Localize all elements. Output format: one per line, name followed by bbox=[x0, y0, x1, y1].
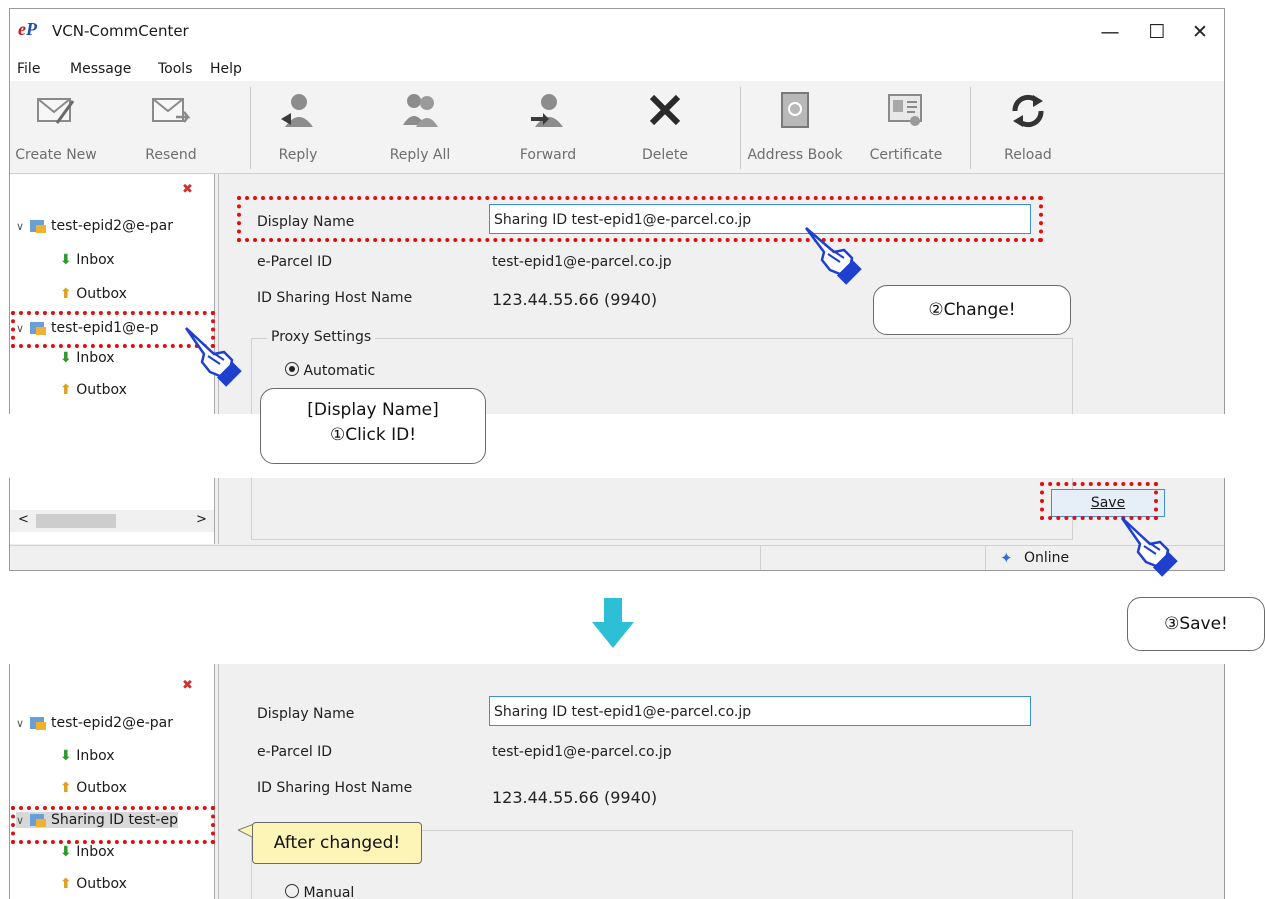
outbox-icon: ⬆ bbox=[60, 382, 72, 398]
host-name-label: ID Sharing Host Name bbox=[257, 290, 413, 306]
reply-button[interactable]: Reply bbox=[255, 81, 341, 173]
reply-all-people-icon bbox=[403, 94, 438, 127]
tree-outbox-1[interactable]: ⬆ Outbox bbox=[60, 286, 127, 302]
down-arrow-icon bbox=[592, 598, 634, 648]
account-icon bbox=[29, 717, 46, 730]
toolbar-separator bbox=[250, 87, 251, 169]
eparcel-id-value: test-epid1@e-parcel.co.jp bbox=[492, 254, 672, 270]
callout-click-id: [Display Name] ①Click ID! bbox=[260, 388, 486, 464]
outbox-icon: ⬆ bbox=[60, 286, 72, 302]
status-bar: ✦ Online bbox=[10, 545, 1224, 570]
display-name-label: Display Name bbox=[257, 706, 355, 722]
tree-inbox-2[interactable]: ⬇ Inbox bbox=[60, 350, 115, 366]
automatic-radio[interactable]: Automatic bbox=[285, 362, 375, 379]
pointing-hand-icon bbox=[805, 227, 862, 285]
reply-person-icon bbox=[281, 94, 313, 127]
maximize-icon[interactable]: ☐ bbox=[1137, 17, 1177, 47]
proxy-settings-label: Proxy Settings bbox=[267, 329, 376, 345]
pointing-hand-icon bbox=[1120, 517, 1178, 577]
highlight-display-name bbox=[237, 196, 1043, 242]
callout-after-changed: After changed! bbox=[252, 822, 422, 864]
reload-icon bbox=[1012, 94, 1044, 128]
close-window-icon[interactable]: ✕ bbox=[1180, 17, 1220, 47]
inbox-icon: ⬇ bbox=[60, 844, 72, 860]
close-panel-icon[interactable]: ✖ bbox=[182, 182, 193, 197]
certificate-button[interactable]: Certificate bbox=[858, 81, 954, 173]
host-name-value: 123.44.55.66 (9940) bbox=[492, 788, 658, 807]
inbox-icon: ⬇ bbox=[60, 748, 72, 764]
forward-button[interactable]: Forward bbox=[505, 81, 591, 173]
reload-button[interactable]: Reload bbox=[985, 81, 1071, 173]
resend-button[interactable]: Resend bbox=[128, 81, 214, 173]
create-new-button[interactable]: Create New bbox=[13, 81, 99, 173]
toolbar-separator bbox=[740, 87, 741, 169]
display-name-input[interactable]: Sharing ID test-epid1@e-parcel.co.jp bbox=[489, 696, 1031, 726]
tree-outbox-1[interactable]: ⬆ Outbox bbox=[60, 780, 127, 796]
reply-all-button[interactable]: Reply All bbox=[377, 81, 463, 173]
delete-button[interactable]: Delete bbox=[622, 81, 708, 173]
menu-bar: File Message Tools Help bbox=[10, 57, 1224, 81]
callout-change: ②Change! bbox=[873, 285, 1071, 335]
menu-message[interactable]: Message bbox=[70, 61, 131, 77]
eparcel-id-value: test-epid1@e-parcel.co.jp bbox=[492, 744, 672, 760]
tree-inbox-1[interactable]: ⬇ Inbox bbox=[60, 252, 115, 268]
callout-save: ③Save! bbox=[1127, 597, 1265, 651]
radio-selected-icon bbox=[285, 362, 299, 376]
scroll-right-icon[interactable]: > bbox=[196, 512, 207, 527]
menu-tools[interactable]: Tools bbox=[158, 61, 193, 77]
app-window-after: ✖ ∨ test-epid2@e-par ⬇ Inbox ⬆ Outbox ∨ … bbox=[9, 664, 1225, 899]
online-icon: ✦ bbox=[1000, 549, 1013, 567]
window-title: VCN-CommCenter bbox=[52, 22, 189, 40]
radio-unselected-icon bbox=[285, 884, 299, 898]
screenshot-cut bbox=[0, 414, 1265, 478]
chevron-down-icon: ∨ bbox=[16, 219, 25, 233]
tree-inbox-2[interactable]: ⬇ Inbox bbox=[60, 844, 115, 860]
app-logo: eP bbox=[18, 19, 37, 39]
minimize-icon[interactable]: — bbox=[1090, 17, 1130, 47]
pointing-hand-icon bbox=[184, 327, 242, 387]
menu-file[interactable]: File bbox=[17, 61, 40, 77]
toolbar-separator bbox=[970, 87, 971, 169]
close-panel-icon[interactable]: ✖ bbox=[182, 678, 193, 693]
account-tree-after: ✖ ∨ test-epid2@e-par ⬇ Inbox ⬆ Outbox ∨ … bbox=[10, 664, 215, 899]
scroll-left-icon[interactable]: < bbox=[18, 512, 29, 527]
address-book-icon bbox=[781, 92, 809, 128]
tree-outbox-2[interactable]: ⬆ Outbox bbox=[60, 382, 127, 398]
highlight-renamed-account bbox=[11, 806, 215, 844]
inbox-icon: ⬇ bbox=[60, 350, 72, 366]
eparcel-id-label: e-Parcel ID bbox=[257, 254, 333, 270]
inbox-icon: ⬇ bbox=[60, 252, 72, 268]
envelope-pen-icon bbox=[37, 98, 75, 124]
tree-account-epid2[interactable]: ∨ test-epid2@e-par bbox=[16, 715, 173, 731]
address-book-button[interactable]: Address Book bbox=[742, 81, 848, 173]
certificate-icon bbox=[888, 94, 922, 126]
tree-outbox-2[interactable]: ⬆ Outbox bbox=[60, 876, 127, 892]
toolbar: Create New Resend Reply Reply All Forwar… bbox=[10, 81, 1224, 174]
delete-x-icon bbox=[649, 94, 681, 126]
account-icon bbox=[29, 220, 46, 233]
scroll-thumb[interactable] bbox=[36, 514, 116, 528]
title-bar: eP VCN-CommCenter — ☐ ✕ bbox=[10, 9, 1224, 57]
status-text: Online bbox=[1024, 550, 1070, 566]
outbox-icon: ⬆ bbox=[60, 780, 72, 796]
chevron-down-icon: ∨ bbox=[16, 716, 25, 730]
menu-help[interactable]: Help bbox=[210, 61, 242, 77]
tree-inbox-1[interactable]: ⬇ Inbox bbox=[60, 748, 115, 764]
host-name-value: 123.44.55.66 (9940) bbox=[492, 290, 658, 309]
status-divider bbox=[985, 546, 986, 570]
host-name-label: ID Sharing Host Name bbox=[257, 780, 413, 796]
horizontal-scrollbar[interactable]: < > bbox=[10, 510, 214, 532]
status-divider bbox=[760, 546, 761, 570]
envelope-arrow-icon bbox=[152, 98, 191, 123]
tree-account-epid2[interactable]: ∨ test-epid2@e-par bbox=[16, 218, 173, 234]
manual-radio[interactable]: Manual bbox=[285, 884, 354, 899]
outbox-icon: ⬆ bbox=[60, 876, 72, 892]
eparcel-id-label: e-Parcel ID bbox=[257, 744, 333, 760]
forward-person-icon bbox=[531, 94, 563, 127]
